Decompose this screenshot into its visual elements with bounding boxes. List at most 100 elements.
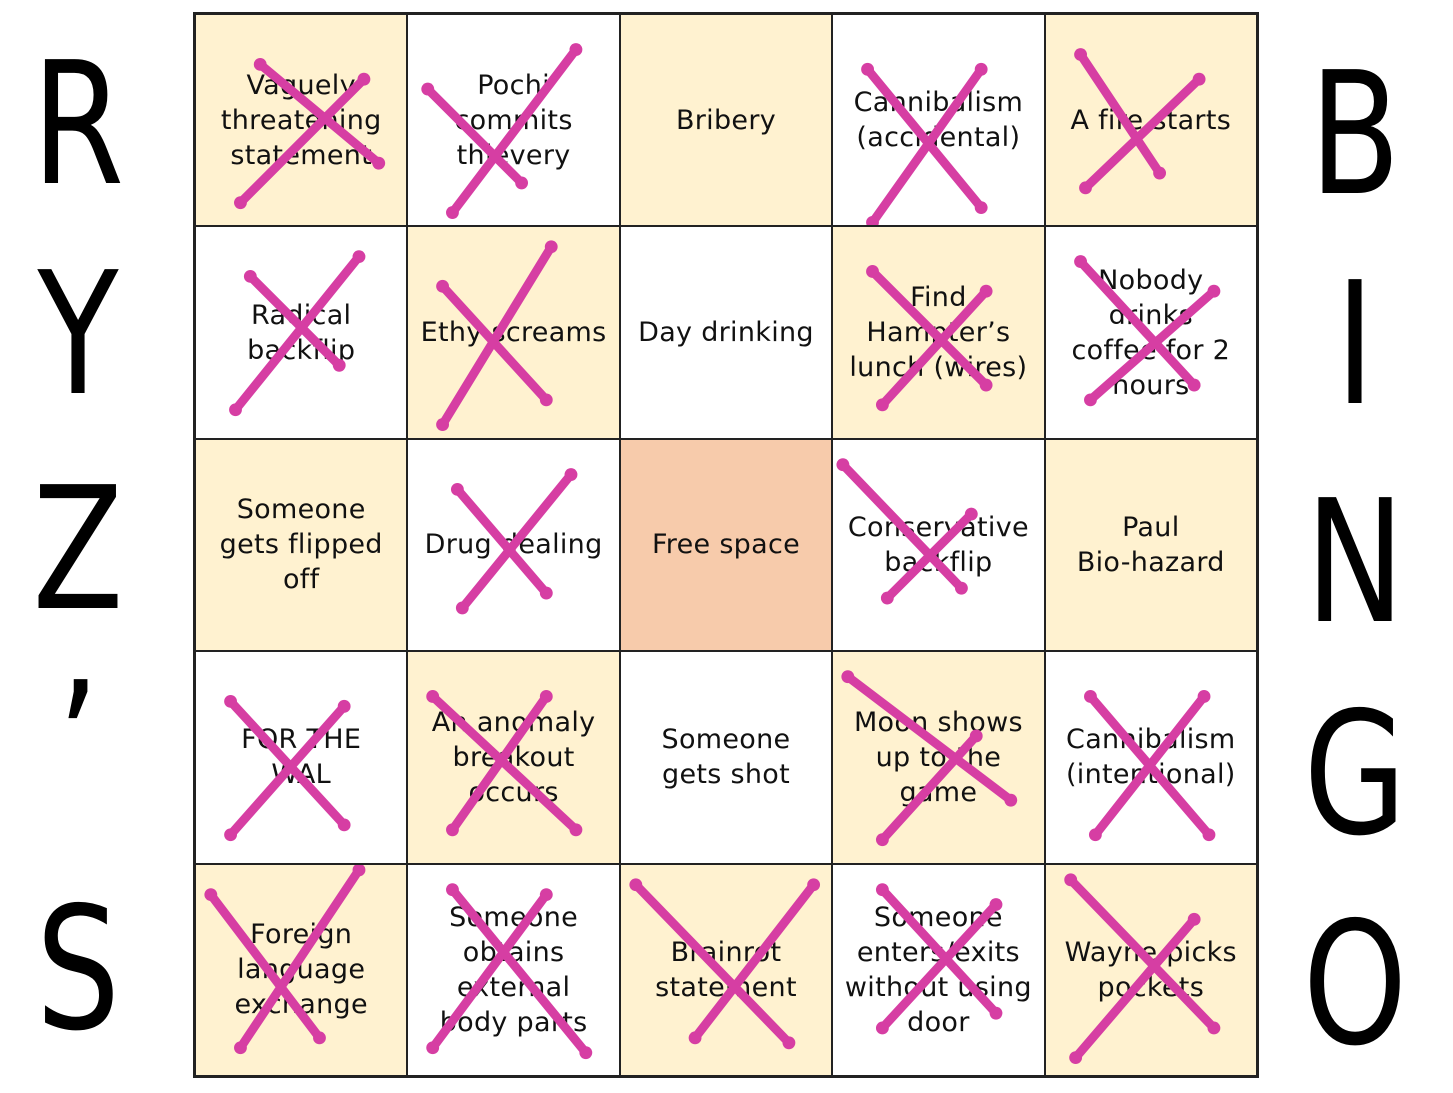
- cross-stroke-end: [629, 877, 643, 891]
- right-letter-1: B: [1309, 36, 1401, 234]
- cross-stroke-end: [224, 695, 237, 708]
- right-letter-4: G: [1303, 676, 1407, 874]
- cross-stroke-end: [841, 670, 855, 684]
- bingo-cell-r5c2[interactable]: Someone obtains external body parts: [407, 863, 620, 1076]
- cross-stroke-end: [881, 591, 894, 605]
- bingo-cell-r1c3[interactable]: Bribery: [619, 14, 833, 227]
- cross-stroke-end: [974, 62, 988, 76]
- cross-stroke-end: [876, 833, 889, 847]
- cross-stroke-end: [446, 882, 460, 896]
- bingo-cell-r5c4[interactable]: Someone enters/exits without using door: [832, 863, 1045, 1076]
- bingo-cell-r2c5[interactable]: Nobody drinks coffee for 2 hours: [1044, 226, 1257, 439]
- cell-label: Nobody drinks coffee for 2 hours: [1071, 264, 1231, 401]
- cell-label: Pochi commits thievery: [454, 69, 573, 171]
- cross-stroke-end: [806, 877, 820, 891]
- bingo-cell-r2c2[interactable]: Ethy screams: [407, 226, 620, 439]
- bingo-cell-r1c2[interactable]: Pochi commits thievery: [407, 14, 620, 227]
- bingo-cell-r5c1[interactable]: Foreign language exchange: [195, 863, 408, 1076]
- cell-label: An anomaly breakout occurs: [431, 706, 596, 808]
- cross-stroke-end: [224, 828, 237, 842]
- bingo-cell-r2c1[interactable]: Radical backflip: [195, 226, 408, 439]
- right-title-column: B I N G O: [1270, 0, 1450, 1093]
- bingo-cell-r2c3[interactable]: Day drinking: [619, 226, 833, 439]
- cross-stroke-end: [1192, 72, 1206, 86]
- cross-stroke-end: [1197, 690, 1211, 704]
- cell-label: Day drinking: [638, 317, 814, 349]
- cross-stroke-end: [579, 1045, 593, 1059]
- cross-stroke-end: [569, 43, 583, 56]
- bingo-cell-r3c4[interactable]: Conservative backflip: [832, 438, 1045, 652]
- left-letter-4: ’: [56, 646, 100, 844]
- bingo-cell-r3c2[interactable]: Drug dealing: [407, 438, 620, 652]
- cross-stroke-end: [1187, 912, 1201, 926]
- left-letter-3: Z: [32, 451, 124, 649]
- bingo-cell-r4c3[interactable]: Someone gets shot: [619, 651, 833, 864]
- bingo-cell-r1c4[interactable]: Cannibalism (accidental): [832, 14, 1045, 227]
- cross-stroke-end: [446, 206, 460, 219]
- cross-stroke-end: [352, 864, 366, 876]
- bingo-cell-r2c4[interactable]: Find Hampter’s lunch (wires): [832, 226, 1045, 439]
- bingo-cell-r4c4[interactable]: Moon shows up to the game: [832, 651, 1045, 864]
- cross-stroke-end: [1068, 1050, 1082, 1064]
- cross-stroke-end: [688, 1031, 702, 1044]
- cross-stroke-end: [515, 176, 529, 190]
- cross-stroke-end: [204, 887, 218, 901]
- cell-label: Drug dealing: [424, 529, 603, 561]
- cross-stroke-end: [456, 601, 470, 615]
- bingo-cell-r1c5[interactable]: A fire starts: [1044, 14, 1257, 227]
- left-title-column: R Y Z ’ S: [0, 0, 180, 1093]
- cross-stroke-end: [955, 581, 969, 595]
- cell-label: Brainrot statement: [655, 936, 797, 1003]
- cross-stroke-end: [866, 265, 880, 279]
- bingo-cell-r5c5[interactable]: Wayne picks pockets: [1044, 863, 1257, 1076]
- bingo-cell-r3c5[interactable]: Paul Bio-hazard: [1044, 438, 1257, 652]
- cross-stroke-end: [1073, 48, 1087, 61]
- cell-label: Cannibalism (accidental): [853, 87, 1024, 154]
- right-letter-5: O: [1302, 886, 1408, 1084]
- left-letter-1: R: [31, 26, 125, 224]
- cell-label: Foreign language exchange: [234, 919, 368, 1021]
- cross-stroke-end: [1202, 828, 1215, 842]
- cross-stroke-end: [540, 690, 554, 704]
- cross-stroke-end: [313, 1031, 326, 1044]
- cross-stroke-end: [426, 690, 440, 704]
- cross-stroke-end: [451, 482, 465, 496]
- cell-label: Vaguely threatening statement: [220, 69, 382, 171]
- cell-label: A fire starts: [1070, 104, 1232, 136]
- cell-label: Ethy screams: [420, 317, 607, 349]
- cell-label: Wayne picks pockets: [1064, 936, 1237, 1003]
- cross-stroke-end: [229, 403, 242, 417]
- bingo-cell-r4c2[interactable]: An anomaly breakout occurs: [407, 651, 620, 864]
- bingo-cell-free-space[interactable]: Free space: [619, 438, 833, 652]
- left-letter-5: S: [35, 871, 121, 1069]
- cell-label: Conservative backflip: [847, 511, 1029, 578]
- cross-stroke-end: [876, 398, 889, 412]
- bingo-cell-r4c1[interactable]: FOR THE WAL: [195, 651, 408, 864]
- cross-stroke-end: [1207, 1021, 1220, 1034]
- bingo-cell-r4c5[interactable]: Cannibalism (intentional): [1044, 651, 1257, 864]
- right-letter-2: I: [1335, 246, 1375, 444]
- cross-stroke-end: [436, 280, 450, 294]
- cross-stroke-end: [876, 882, 889, 896]
- right-letter-3: N: [1305, 464, 1405, 662]
- cell-label: Someone gets shot: [661, 724, 791, 791]
- cross-stroke-end: [1063, 872, 1077, 886]
- cell-label: Find Hampter’s lunch (wires): [849, 282, 1028, 384]
- cross-stroke-end: [545, 240, 559, 254]
- cross-stroke-end: [426, 1040, 440, 1054]
- cell-label: Cannibalism (intentional): [1065, 724, 1236, 791]
- bingo-cell-r3c1[interactable]: Someone gets flipped off: [195, 438, 408, 652]
- cross-stroke-end: [540, 393, 554, 407]
- cross-stroke-end: [436, 418, 450, 432]
- cross-stroke-end: [540, 586, 554, 600]
- cell-label: Moon shows up to the game: [853, 706, 1023, 808]
- cell-label: Free space: [651, 529, 801, 561]
- cross-stroke-end: [974, 201, 988, 215]
- bingo-cell-r1c1[interactable]: Vaguely threatening statement: [195, 14, 408, 227]
- bingo-board: Vaguely threatening statement Pochi comm…: [193, 12, 1259, 1078]
- cross-stroke-end: [782, 1035, 796, 1049]
- bingo-cell-r5c3[interactable]: Brainrot statement: [619, 863, 833, 1076]
- cross-stroke-end: [421, 82, 435, 96]
- cross-stroke-end: [836, 458, 850, 471]
- cross-stroke-end: [540, 887, 554, 901]
